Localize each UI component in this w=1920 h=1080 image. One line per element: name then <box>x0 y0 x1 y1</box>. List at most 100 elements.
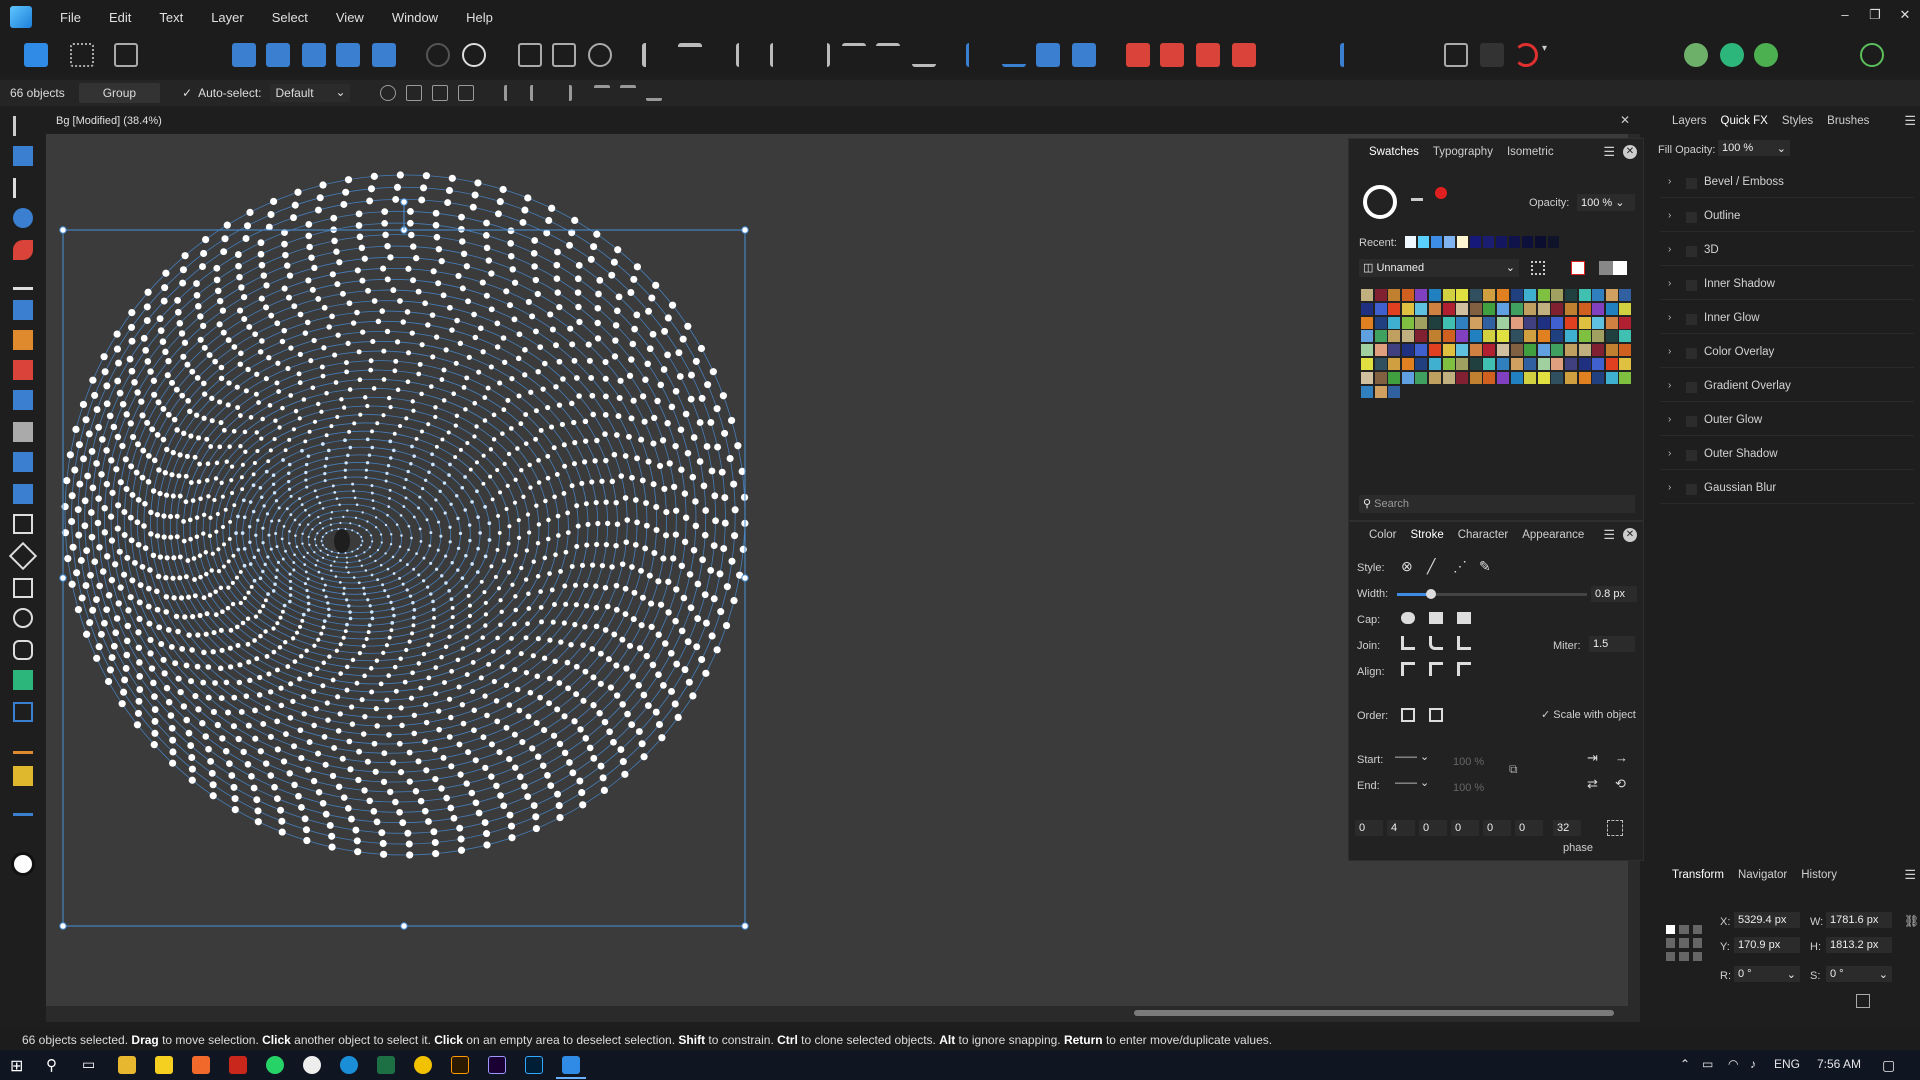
paint-brush-icon[interactable] <box>13 360 33 380</box>
swatch[interactable] <box>1524 289 1537 301</box>
swatch[interactable] <box>1388 330 1401 343</box>
chevron-right-icon[interactable]: › <box>1668 414 1671 425</box>
swatch[interactable] <box>1483 371 1496 384</box>
tab-stroke[interactable]: Stroke <box>1410 529 1443 541</box>
recent-swatch[interactable] <box>1496 236 1507 248</box>
palette-grid-icon[interactable] <box>1531 261 1545 275</box>
swatch[interactable] <box>1361 302 1373 315</box>
swatch-search-input[interactable]: ⚲ Search <box>1359 495 1635 513</box>
arrow-outside-icon[interactable]: → <box>1615 750 1628 765</box>
fx-row[interactable]: › Gaussian Blur <box>1660 474 1914 504</box>
swatch-grid[interactable] <box>1361 289 1633 401</box>
shear-input[interactable]: 0 ° ⌄ <box>1826 966 1892 982</box>
gear-icon[interactable] <box>426 43 450 67</box>
recent-swatch[interactable] <box>1470 236 1481 248</box>
photoshop-icon[interactable] <box>525 1056 543 1074</box>
illustrator-icon[interactable] <box>451 1056 469 1074</box>
horizontal-scrollbar[interactable] <box>46 1006 1640 1022</box>
fx-checkbox[interactable] <box>1686 314 1697 325</box>
swatch[interactable] <box>1537 330 1550 343</box>
snap-box-icon[interactable] <box>552 43 576 67</box>
swatch[interactable] <box>1415 289 1428 301</box>
swatch[interactable] <box>1592 289 1605 301</box>
stroke-front-icon[interactable] <box>1429 708 1443 722</box>
swatch[interactable] <box>1456 289 1469 301</box>
width-slider-track[interactable] <box>1397 589 1587 599</box>
swatch[interactable] <box>1619 330 1632 343</box>
chevron-right-icon[interactable]: › <box>1668 176 1671 187</box>
swatch[interactable] <box>1510 358 1523 370</box>
round-join-icon[interactable] <box>1429 636 1443 650</box>
swatch[interactable] <box>1551 344 1564 357</box>
menu-select[interactable]: Select <box>258 10 322 25</box>
swatch[interactable] <box>1429 316 1441 329</box>
minimize-icon[interactable]: – <box>1830 0 1860 34</box>
chevron-right-icon[interactable]: › <box>1668 380 1671 391</box>
swatch[interactable] <box>1374 316 1387 329</box>
menu-file[interactable]: File <box>46 10 95 25</box>
point-transform-icon[interactable] <box>13 208 33 228</box>
swatch[interactable] <box>1551 302 1564 315</box>
group-button[interactable]: Group <box>78 83 161 103</box>
tab-styles[interactable]: Styles <box>1782 115 1813 127</box>
volume-icon[interactable]: ♪ <box>1750 1057 1756 1071</box>
swatch[interactable] <box>1592 316 1605 329</box>
end-arrowhead-dropdown[interactable]: —— ⌄ <box>1395 776 1437 792</box>
sticky-notes-icon[interactable] <box>155 1056 173 1074</box>
swatch[interactable] <box>1578 302 1591 315</box>
tab-navigator[interactable]: Navigator <box>1738 869 1787 881</box>
chevron-right-icon[interactable]: › <box>1668 448 1671 459</box>
swatch[interactable] <box>1565 289 1577 301</box>
swatch[interactable] <box>1565 316 1577 329</box>
swatch[interactable] <box>1497 330 1509 343</box>
rotate-left-icon[interactable] <box>1036 43 1060 67</box>
selection-handles-icon[interactable] <box>431 85 448 101</box>
swatch[interactable] <box>1510 316 1523 329</box>
reverse-arrows-icon[interactable]: ⟲ <box>1615 776 1626 792</box>
swatch[interactable] <box>1578 371 1591 384</box>
boolean-xor-icon[interactable] <box>336 43 360 67</box>
arrange-backward-icon[interactable] <box>1160 43 1184 67</box>
excel-icon[interactable] <box>377 1056 395 1074</box>
brush-stroke-icon[interactable]: ✎ <box>1479 558 1491 575</box>
ellipse-tool-icon[interactable] <box>13 608 33 628</box>
align-center-stroke-icon[interactable] <box>1429 662 1443 676</box>
arrange-front-icon[interactable] <box>1232 43 1256 67</box>
swatch[interactable] <box>1483 344 1496 357</box>
file-explorer-icon[interactable] <box>118 1056 136 1074</box>
snapping-magnet-icon[interactable] <box>1514 43 1538 67</box>
swatch[interactable] <box>1524 316 1537 329</box>
recent-swatch[interactable] <box>1444 236 1455 248</box>
swatch[interactable] <box>1605 302 1618 315</box>
swatch[interactable] <box>1483 302 1496 315</box>
panel-menu-icon[interactable]: ☰ <box>1603 144 1615 160</box>
ctx-align-center-icon[interactable] <box>529 85 546 101</box>
swatch[interactable] <box>1469 371 1482 384</box>
fx-checkbox[interactable] <box>1686 212 1697 223</box>
transparency-tool-icon[interactable] <box>13 452 33 472</box>
x-input[interactable]: 5329.4 px <box>1734 912 1800 928</box>
swatch[interactable] <box>1374 344 1387 357</box>
menu-edit[interactable]: Edit <box>95 10 145 25</box>
miter-input[interactable]: 1.5 <box>1589 636 1635 652</box>
swatch[interactable] <box>1388 358 1401 370</box>
rotation-handle[interactable] <box>400 198 408 206</box>
swatch[interactable] <box>1415 358 1428 370</box>
tab-brushes[interactable]: Brushes <box>1827 115 1869 127</box>
fx-checkbox[interactable] <box>1686 246 1697 257</box>
snap-grid-icon[interactable] <box>518 43 542 67</box>
ctx-align-top-icon[interactable] <box>593 85 610 101</box>
search-icon[interactable]: ⚲ <box>46 1056 57 1074</box>
user-account-icon[interactable] <box>1860 43 1884 67</box>
notifications-icon[interactable]: ▢ <box>1882 1057 1895 1074</box>
ctx-align-right-icon[interactable] <box>556 85 572 101</box>
tab-layers[interactable]: Layers <box>1672 115 1707 127</box>
recent-swatch[interactable] <box>1405 236 1416 248</box>
swatch[interactable] <box>1415 344 1428 357</box>
fx-row[interactable]: › 3D <box>1660 236 1914 266</box>
swatch[interactable] <box>1429 358 1441 370</box>
pen-tool-icon[interactable] <box>13 270 33 290</box>
grid-toggle-icon[interactable] <box>1480 43 1504 67</box>
dash-field-1[interactable]: 0 <box>1355 820 1383 836</box>
swatch[interactable] <box>1551 316 1564 329</box>
